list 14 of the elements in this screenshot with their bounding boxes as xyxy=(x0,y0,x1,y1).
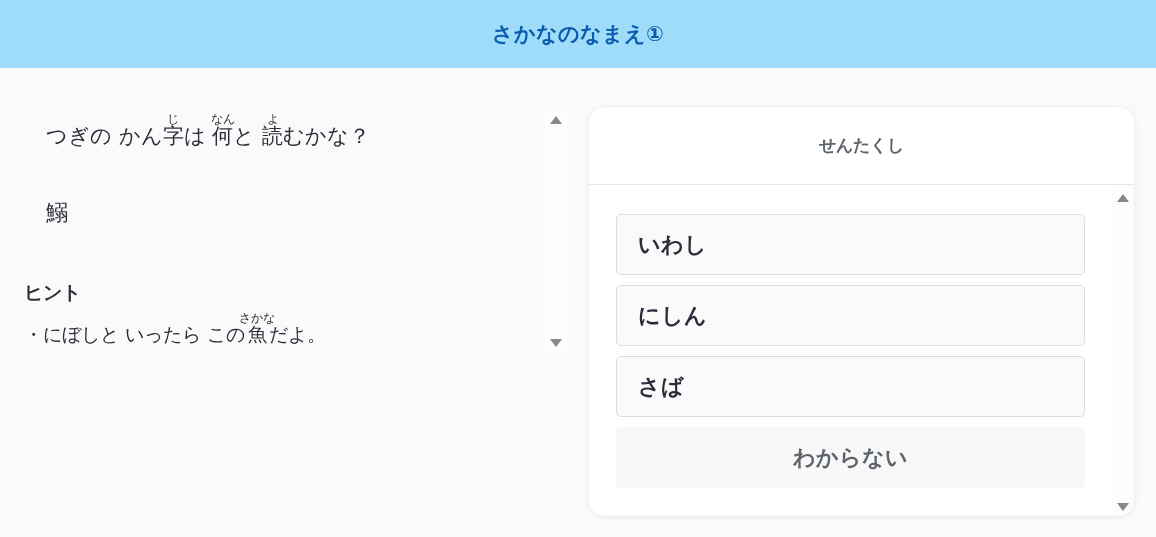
choices-title: せんたくし xyxy=(819,134,904,157)
choice-button[interactable]: さば xyxy=(616,356,1085,417)
hint-title: ヒント xyxy=(24,280,82,305)
page-title: さかなのなまえ① xyxy=(492,21,664,48)
hint-text: ・にぼしと いったら この 魚 さかな だよ。 xyxy=(24,312,328,347)
question-text: つぎの かん字 じ は 何 なん と 読 よ むかな？ xyxy=(45,113,372,150)
choice-button[interactable]: にしん xyxy=(616,285,1085,346)
choice-button[interactable]: いわし xyxy=(616,214,1085,275)
kanji-text: 鰯 xyxy=(45,199,69,227)
dont-know-button[interactable]: わからない xyxy=(616,427,1085,488)
scroll-down-icon[interactable] xyxy=(549,338,563,348)
scroll-up-icon[interactable] xyxy=(549,115,563,125)
scroll-down-icon[interactable] xyxy=(1116,502,1130,512)
scroll-up-icon[interactable] xyxy=(1116,193,1130,203)
